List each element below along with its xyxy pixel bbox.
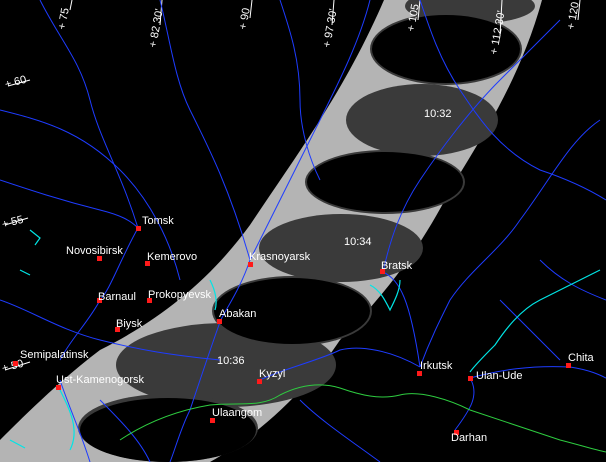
grid-label-lat: + 60: [4, 74, 28, 91]
city-label-ust-kamenogorsk: Ust-Kamenogorsk: [56, 374, 145, 386]
city-label-prokopyevsk: Prokopyevsk: [148, 289, 211, 301]
grid-label-lon: + 120: [565, 1, 582, 31]
grid-label-lon: + 75: [56, 7, 72, 30]
city-label-biysk: Biysk: [116, 318, 143, 330]
city-marker: [136, 226, 141, 231]
city-label-chita: Chita: [568, 352, 595, 364]
time-label: 10:36: [217, 355, 245, 367]
grid-label-lon: + 97 30': [321, 8, 340, 49]
grid-line: [69, 0, 73, 11]
umbra-shadow: [307, 152, 463, 212]
river: [382, 271, 421, 368]
river: [39, 0, 139, 229]
grid-label-lat: + 55: [1, 214, 25, 231]
city-label-semipalatinsk: Semipalatinsk: [20, 349, 89, 361]
lake: [19, 269, 31, 276]
city-marker: [13, 361, 18, 366]
city-label-kyzyl: Kyzyl: [259, 368, 285, 380]
river: [299, 399, 381, 462]
city-marker: [468, 376, 473, 381]
lake: [29, 229, 41, 246]
time-label: 10:32: [424, 108, 452, 120]
grid-label-lon: + 90: [237, 7, 253, 30]
city-label-darhan: Darhan: [451, 432, 487, 444]
city-label-irkutsk: Irkutsk: [420, 360, 453, 372]
city-label-krasnoyarsk: Krasnoyarsk: [249, 251, 311, 263]
time-label: 10:34: [344, 236, 372, 248]
grid-label-lon: + 82 30': [147, 8, 166, 49]
eclipse-map: + 75 + 82 30' + 90 + 97 30' + 105 + 112 …: [0, 0, 606, 462]
city-label-ulan-ude: Ulan-Ude: [476, 370, 522, 382]
city-label-ulaangom: Ulaangom: [212, 407, 262, 419]
city-label-bratsk: Bratsk: [381, 260, 413, 272]
umbra-shadow: [346, 84, 498, 156]
city-label-tomsk: Tomsk: [142, 215, 174, 227]
city-label-abakan: Abakan: [219, 308, 256, 320]
city-label-kemerovo: Kemerovo: [147, 251, 197, 263]
map-canvas: + 75 + 82 30' + 90 + 97 30' + 105 + 112 …: [0, 0, 606, 462]
river: [499, 299, 561, 361]
city-label-barnaul: Barnaul: [98, 291, 136, 303]
river: [539, 259, 606, 301]
city-label-novosibirsk: Novosibirsk: [66, 245, 123, 257]
